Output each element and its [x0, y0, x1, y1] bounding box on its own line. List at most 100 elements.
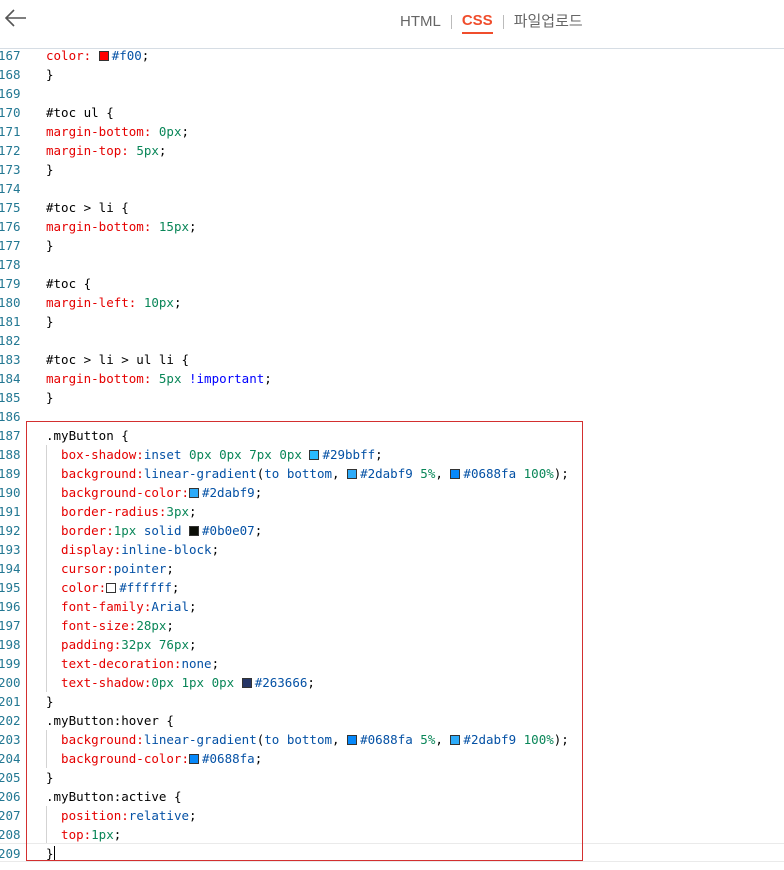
line-number: 205 — [0, 770, 21, 785]
code-line: 179 #toc { — [0, 274, 784, 293]
line-number: 204 — [0, 751, 21, 766]
line-number: 188 — [0, 447, 21, 462]
code-text: #toc > li { — [46, 200, 129, 215]
code-line: 183 #toc > li > ul li { — [0, 350, 784, 369]
code-text: cursor:pointer; — [46, 561, 174, 576]
code-line: 172 margin-top: 5px; — [0, 141, 784, 160]
code-line: 178 — [0, 255, 784, 274]
color-swatch[interactable] — [98, 51, 109, 61]
code-line: 191 border-radius:3px; — [0, 502, 784, 521]
code-text: } — [46, 390, 54, 405]
line-number: 182 — [0, 333, 21, 348]
line-number: 175 — [0, 200, 21, 215]
code-line: 202 .myButton:hover { — [0, 711, 784, 730]
code-text: #toc { — [46, 276, 92, 291]
line-number: 171 — [0, 124, 21, 139]
code-line: 189 background:linear-gradient(to bottom… — [0, 464, 784, 483]
editor-tabs: HTML CSS 파일업로드 — [400, 10, 583, 34]
color-swatch[interactable] — [309, 450, 320, 460]
color-swatch[interactable] — [347, 469, 358, 479]
code-line: 173} — [0, 160, 784, 179]
code-line: 168} — [0, 65, 784, 84]
code-text: position:relative; — [46, 808, 197, 823]
line-number: 207 — [0, 808, 21, 823]
line-number: 172 — [0, 143, 21, 158]
color-swatch[interactable] — [450, 735, 461, 745]
code-text: background-color: #2dabf9; — [46, 485, 263, 500]
css-code-editor[interactable]: 167 color: #f00; 168} 169 170 #toc ul {171 mar… — [0, 46, 784, 870]
code-line: 203 background:linear-gradient(to bottom… — [0, 730, 784, 749]
line-number: 193 — [0, 542, 21, 557]
code-line: 208 top:1px; — [0, 825, 784, 844]
tab-divider — [450, 15, 452, 29]
code-line: 186 — [0, 407, 784, 426]
line-number: 201 — [0, 694, 21, 709]
code-text: background:linear-gradient(to bottom, #0… — [46, 732, 569, 747]
color-swatch[interactable] — [450, 469, 461, 479]
line-number: 200 — [0, 675, 21, 690]
line-number: 181 — [0, 314, 21, 329]
code-line: 181} — [0, 312, 784, 331]
color-swatch[interactable] — [189, 754, 199, 764]
code-line: 207 position:relative; — [0, 806, 784, 825]
code-text: text-shadow:0px 1px 0px #263666; — [46, 675, 315, 690]
color-swatch[interactable] — [189, 488, 199, 498]
line-number: 191 — [0, 504, 21, 519]
code-line: 201} — [0, 692, 784, 711]
line-number: 203 — [0, 732, 21, 747]
code-line: 167 color: #f00; — [0, 46, 784, 65]
tab-file-upload[interactable]: 파일업로드 — [514, 11, 583, 33]
line-number: 190 — [0, 485, 21, 500]
code-line: 175 #toc > li { — [0, 198, 784, 217]
code-line: 180 margin-left: 10px; — [0, 293, 784, 312]
code-text: .myButton:hover { — [46, 713, 174, 728]
color-swatch[interactable] — [189, 526, 200, 536]
code-line: 174 — [0, 179, 784, 198]
code-text: font-family:Arial; — [46, 599, 197, 614]
code-text: color: #ffffff; — [46, 580, 180, 595]
line-number: 187 — [0, 428, 21, 443]
code-line: 169 — [0, 84, 784, 103]
code-text: margin-bottom: 15px; — [46, 219, 197, 234]
color-swatch[interactable] — [106, 583, 117, 593]
line-number: 184 — [0, 371, 21, 386]
code-line: 200 text-shadow:0px 1px 0px #263666; — [0, 673, 784, 692]
line-number: 180 — [0, 295, 21, 310]
code-text: margin-left: 10px; — [46, 295, 182, 310]
code-text: .myButton:active { — [46, 789, 182, 804]
code-text: box-shadow:inset 0px 0px 7px 0px #29bbff… — [46, 447, 383, 462]
code-text: } — [46, 238, 54, 253]
line-number: 202 — [0, 713, 21, 728]
top-bar: HTML CSS 파일업로드 — [0, 0, 784, 49]
code-line: 187 .myButton { — [0, 426, 784, 445]
code-line: 199 text-decoration:none; — [0, 654, 784, 673]
back-arrow-icon[interactable] — [4, 6, 28, 30]
code-line: 177} — [0, 236, 784, 255]
code-line: 185} — [0, 388, 784, 407]
code-line: 170 #toc ul { — [0, 103, 784, 122]
line-number: 168 — [0, 67, 21, 82]
tab-html[interactable]: HTML — [400, 11, 441, 33]
code-text: } — [46, 770, 54, 785]
line-number: 199 — [0, 656, 21, 671]
tab-css[interactable]: CSS — [461, 10, 493, 34]
code-text: background-color: #0688fa; — [46, 751, 263, 766]
current-line-highlight — [0, 843, 784, 862]
code-line: 176 margin-bottom: 15px; — [0, 217, 784, 236]
code-text: #toc > li > ul li { — [46, 352, 189, 367]
code-text: margin-top: 5px; — [46, 143, 167, 158]
color-swatch[interactable] — [241, 678, 252, 688]
code-text: #toc ul { — [46, 105, 114, 120]
code-line: 194 cursor:pointer; — [0, 559, 784, 578]
line-number: 178 — [0, 257, 21, 272]
code-text: } — [46, 314, 54, 329]
color-swatch[interactable] — [347, 735, 358, 745]
line-number: 198 — [0, 637, 21, 652]
code-line: 196 font-family:Arial; — [0, 597, 784, 616]
code-line: 206 .myButton:active { — [0, 787, 784, 806]
code-line: 184 margin-bottom: 5px !important; — [0, 369, 784, 388]
line-number: 179 — [0, 276, 21, 291]
line-number: 176 — [0, 219, 21, 234]
line-number: 174 — [0, 181, 21, 196]
line-number: 185 — [0, 390, 21, 405]
